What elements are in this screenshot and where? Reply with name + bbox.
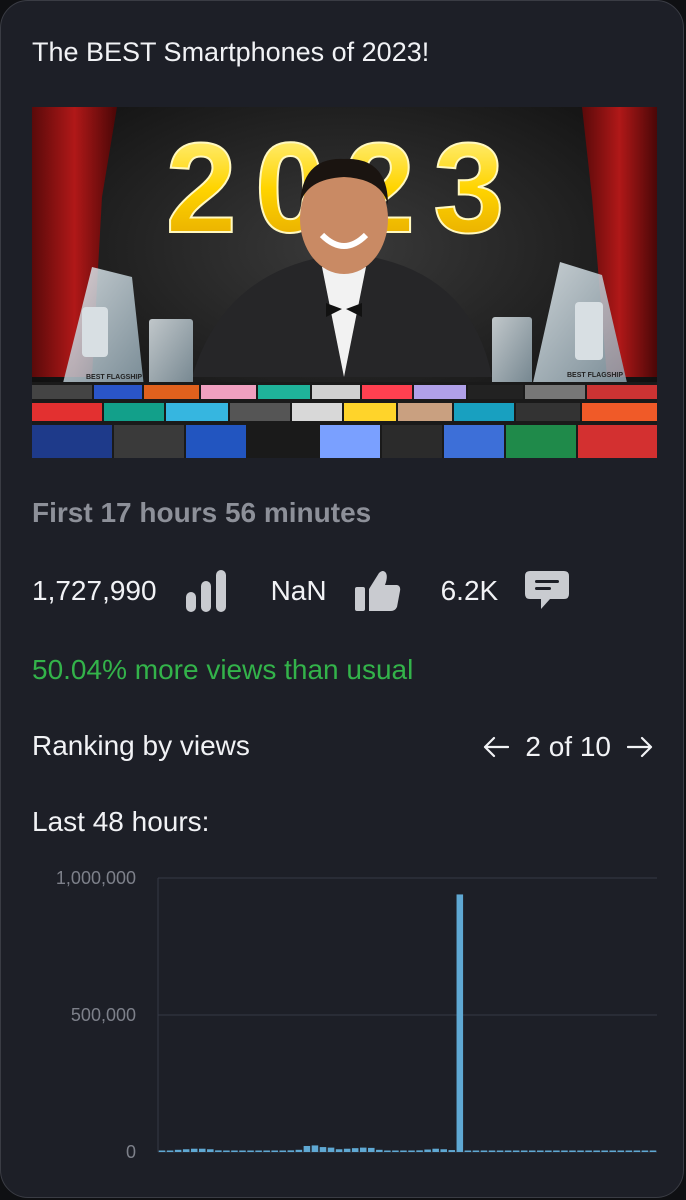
chart-bar[interactable] <box>271 1150 278 1153</box>
history-label: Last 48 hours: <box>32 806 210 837</box>
y-tick-label: 0 <box>126 1142 136 1162</box>
chart-bar[interactable] <box>641 1150 649 1153</box>
chart-bar[interactable] <box>464 1150 472 1153</box>
chart-bar[interactable] <box>215 1150 222 1152</box>
chart-bar[interactable] <box>448 1150 456 1152</box>
ranking-pager: 2 of 10 <box>483 727 653 767</box>
chart-bar[interactable] <box>198 1148 206 1152</box>
views-chart: 0 500,000 1,000,000 <box>56 868 657 1162</box>
chart-bar[interactable] <box>303 1145 311 1152</box>
chart-bar[interactable] <box>408 1150 415 1153</box>
chart-bar[interactable] <box>174 1149 182 1152</box>
chart-bar[interactable] <box>537 1150 544 1153</box>
chart-bar[interactable] <box>158 1150 166 1153</box>
chart-bar[interactable] <box>609 1150 617 1153</box>
chart-bar[interactable] <box>343 1148 351 1152</box>
chart-bar[interactable] <box>263 1150 270 1153</box>
chart-bar[interactable] <box>359 1147 367 1152</box>
comment-icon <box>524 569 570 613</box>
chart-bar[interactable] <box>255 1150 262 1153</box>
chart-bar[interactable] <box>327 1147 335 1152</box>
chart-bar[interactable] <box>504 1150 512 1153</box>
y-tick-label: 500,000 <box>71 1005 136 1025</box>
stats-row: 1,727,990 NaN 6.2K <box>32 566 570 616</box>
chart-bar[interactable] <box>247 1150 254 1153</box>
chart-bar[interactable] <box>335 1149 343 1152</box>
chart-y-axis: 0 500,000 1,000,000 <box>56 868 136 1162</box>
chart-bar[interactable] <box>190 1148 198 1152</box>
chart-bar[interactable] <box>239 1150 246 1153</box>
chart-bar[interactable] <box>625 1150 633 1153</box>
chart-bar[interactable] <box>569 1150 576 1153</box>
chart-bar[interactable] <box>207 1149 214 1152</box>
chart-bar[interactable] <box>456 894 464 1152</box>
trophy-label-right: BEST FLAGSHIP <box>567 372 623 379</box>
chart-bar[interactable] <box>384 1150 391 1153</box>
arrow-left-icon[interactable] <box>483 736 510 758</box>
chart-bar[interactable] <box>545 1150 552 1153</box>
chart-bar[interactable] <box>368 1147 375 1152</box>
video-card: The BEST Smartphones of 2023! BEST FLAGS… <box>0 0 684 1198</box>
chart-bar[interactable] <box>472 1150 480 1153</box>
views-comparison-text: 50.04% more views than usual <box>32 654 414 685</box>
chart-bar[interactable] <box>585 1150 592 1153</box>
ranking-page-indicator: 2 of 10 <box>525 731 611 762</box>
chart-bar[interactable] <box>440 1149 447 1152</box>
video-title[interactable]: The BEST Smartphones of 2023! <box>32 37 429 68</box>
chart-bar[interactable] <box>351 1148 359 1152</box>
chart-bar[interactable] <box>376 1149 383 1152</box>
chart-bar[interactable] <box>512 1150 520 1153</box>
arrow-right-icon[interactable] <box>627 736 653 758</box>
ranking-label: Ranking by views <box>32 730 250 761</box>
chart-bar[interactable] <box>520 1150 528 1153</box>
thumbs-up-icon <box>353 569 401 613</box>
chart-bar[interactable] <box>311 1145 319 1152</box>
chart-bar[interactable] <box>480 1150 488 1153</box>
chart-grid <box>157 877 657 1153</box>
chart-bar[interactable] <box>553 1150 560 1153</box>
chart-bar[interactable] <box>577 1150 584 1153</box>
phone-grid <box>32 382 657 458</box>
time-period-label: First 17 hours 56 minutes <box>32 497 372 528</box>
chart-bar[interactable] <box>617 1150 625 1153</box>
y-tick-label: 1,000,000 <box>56 868 136 888</box>
chart-bar[interactable] <box>295 1149 303 1152</box>
view-count: 1,727,990 <box>32 575 157 606</box>
chart-bar[interactable] <box>424 1149 431 1152</box>
bar-chart-icon <box>185 570 227 612</box>
chart-bar[interactable] <box>496 1150 504 1153</box>
chart-bar[interactable] <box>223 1150 230 1153</box>
like-count: NaN <box>270 575 327 606</box>
chart-bar[interactable] <box>561 1150 568 1153</box>
chart-bar[interactable] <box>182 1149 190 1152</box>
chart-bar[interactable] <box>392 1150 399 1153</box>
chart-bar[interactable] <box>593 1150 600 1153</box>
comment-count: 6.2K <box>440 575 499 606</box>
video-thumbnail[interactable]: 2023 BEST FLAGSHIP BEST FLAGSHIP <box>32 107 657 458</box>
chart-bar[interactable] <box>287 1150 295 1152</box>
chart-bar[interactable] <box>601 1150 608 1153</box>
chart-bar[interactable] <box>528 1150 536 1153</box>
chart-bar[interactable] <box>166 1150 174 1153</box>
chart-bar[interactable] <box>279 1150 287 1153</box>
chart-bar[interactable] <box>649 1150 657 1153</box>
chart-bar[interactable] <box>319 1147 327 1152</box>
chart-bar[interactable] <box>416 1150 423 1152</box>
chart-bar[interactable] <box>231 1150 238 1153</box>
trophy-label-left: BEST FLAGSHIP <box>86 374 142 381</box>
chart-bar[interactable] <box>400 1150 407 1153</box>
chart-bars <box>158 894 657 1153</box>
chart-bar[interactable] <box>633 1150 641 1153</box>
chart-bar[interactable] <box>488 1150 496 1153</box>
chart-bar[interactable] <box>432 1148 439 1152</box>
thumbnail-image: 2023 BEST FLAGSHIP BEST FLAGSHIP <box>32 107 657 458</box>
